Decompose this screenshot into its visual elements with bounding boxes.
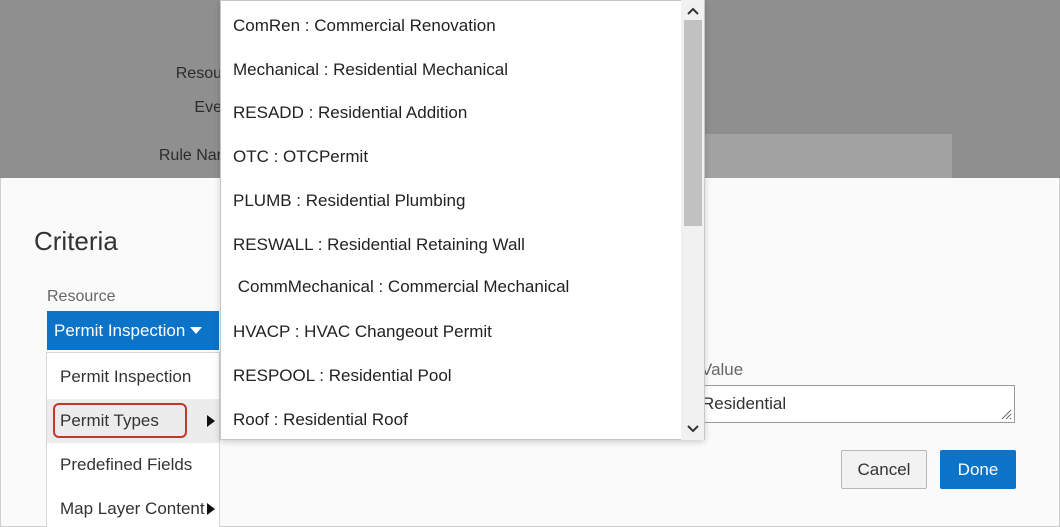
bg-event-label: Eve (194, 99, 222, 116)
menu-item-label: Map Layer Content (60, 499, 205, 518)
resource-menu-item-map-layer-content[interactable]: Map Layer Content (47, 487, 219, 527)
resource-selected-label: Permit Inspection (54, 321, 186, 340)
resource-menu-item-predefined-fields[interactable]: Predefined Fields (47, 443, 219, 487)
chevron-down-icon[interactable] (684, 420, 702, 438)
resource-label: Resource (47, 288, 116, 305)
bg-resource-label: Resou (175, 65, 222, 82)
permit-types-dropdown: ComRen : Commercial Renovation Mechanica… (220, 0, 705, 440)
permit-type-option[interactable]: Roof : Residential Roof (221, 398, 683, 442)
menu-item-label: Permit Inspection (60, 367, 192, 386)
caret-right-icon (207, 415, 215, 427)
permit-type-option[interactable]: ComRen : Commercial Renovation (221, 4, 683, 48)
caret-right-icon (207, 503, 215, 515)
done-button[interactable]: Done (940, 450, 1016, 489)
bg-rule-name-label: Rule Nar (158, 147, 222, 164)
scrollbar-thumb[interactable] (684, 20, 702, 226)
resource-menu: Permit Inspection Permit Types Predefine… (46, 352, 220, 527)
permit-type-option[interactable]: CommMechanical : Commercial Mechanical (221, 265, 683, 309)
chevron-up-icon[interactable] (684, 2, 702, 20)
permit-type-option[interactable]: RESADD : Residential Addition (221, 91, 683, 135)
permit-type-option[interactable]: Mechanical : Residential Mechanical (221, 48, 683, 92)
highlight-ring (53, 403, 187, 438)
caret-down-icon (190, 327, 203, 334)
permit-type-option[interactable]: HVACP : HVAC Changeout Permit (221, 310, 683, 354)
value-label: Value (701, 360, 744, 379)
resource-menu-item-permit-types[interactable]: Permit Types (47, 399, 219, 443)
permit-type-option[interactable]: RESPOOL : Residential Pool (221, 354, 683, 398)
resource-dropdown-button[interactable]: Permit Inspection (47, 311, 219, 350)
value-text: Residential (702, 394, 787, 413)
cancel-button[interactable]: Cancel (841, 450, 927, 489)
dialog-title: Criteria (34, 226, 118, 256)
resource-menu-item-permit-inspection[interactable]: Permit Inspection (47, 355, 219, 399)
value-textarea[interactable]: Residential (701, 385, 1015, 423)
bg-rule-name-field (700, 134, 952, 178)
menu-item-label: Predefined Fields (60, 455, 193, 474)
permit-type-option[interactable]: PLUMB : Residential Plumbing (221, 179, 683, 223)
permit-type-option[interactable]: RESWALL : Residential Retaining Wall (221, 223, 683, 267)
permit-type-option[interactable]: OTC : OTCPermit (221, 135, 683, 179)
resize-grip-icon[interactable] (1000, 408, 1012, 420)
